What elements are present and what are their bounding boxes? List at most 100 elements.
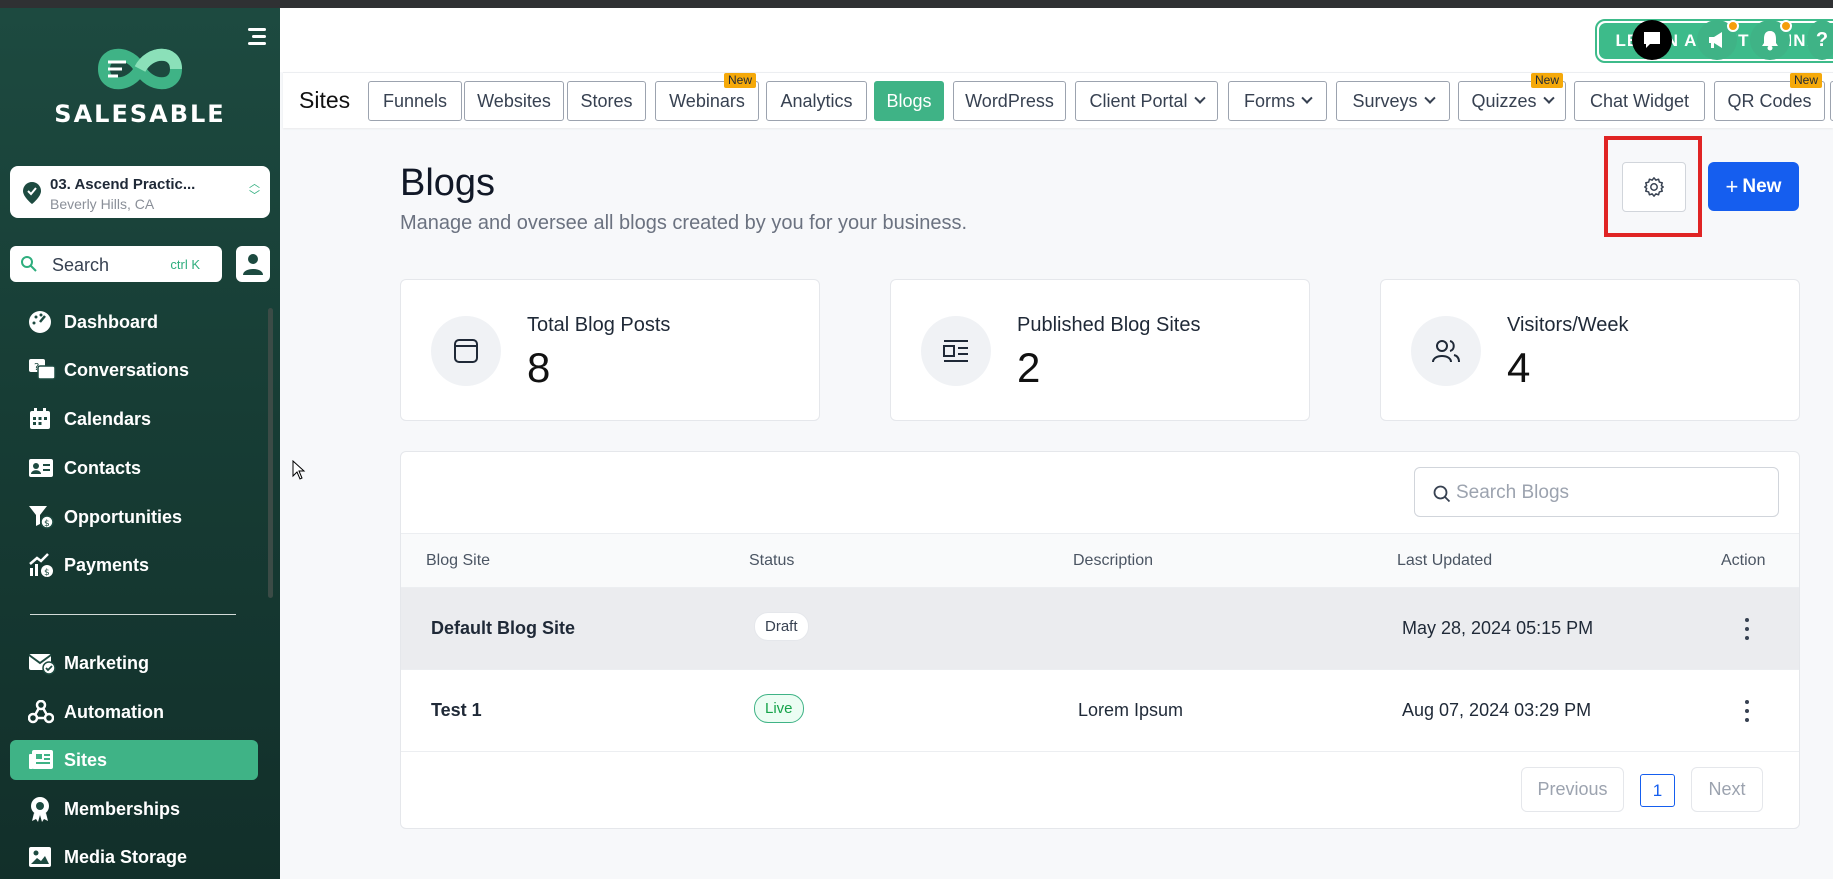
- tab-analytics[interactable]: Analytics: [766, 81, 867, 121]
- sidebar-item-label: Payments: [64, 554, 150, 575]
- tab-label: Websites: [477, 90, 551, 111]
- tab-webinars[interactable]: Webinars New: [655, 73, 759, 121]
- table-header: Blog Site Status Description Last Update…: [401, 533, 1799, 587]
- previous-page-button[interactable]: Previous: [1521, 767, 1624, 812]
- tab-stores[interactable]: Stores: [567, 81, 646, 121]
- sidebar-item-label: Automation: [64, 701, 164, 722]
- table-row[interactable]: Default Blog Site Draft May 28, 2024 05:…: [401, 587, 1799, 669]
- location-pin-icon: [23, 182, 41, 204]
- new-badge: New: [1789, 73, 1822, 88]
- tab-forms[interactable]: Forms: [1228, 81, 1327, 121]
- more-actions-icon[interactable]: [1737, 618, 1757, 640]
- column-header: Status: [749, 552, 795, 569]
- memberships-icon: [28, 797, 56, 822]
- notifications-bell-icon[interactable]: [1750, 20, 1792, 60]
- sidebar-item-contacts[interactable]: Contacts: [10, 448, 258, 488]
- notifications-unread-dot: [1780, 20, 1792, 32]
- stat-label: Published Blog Sites: [1017, 314, 1201, 336]
- column-header: Last Updated: [1397, 552, 1493, 569]
- location-city: Beverly Hills, CA: [50, 196, 155, 212]
- chat-support-icon[interactable]: [1632, 20, 1672, 60]
- search-blogs-input[interactable]: Search Blogs: [1414, 467, 1779, 517]
- location-name: 03. Ascend Practic...: [50, 176, 196, 193]
- blogs-table-card: Search Blogs Blog Site Status Descriptio…: [400, 451, 1800, 829]
- column-header: Action: [1721, 552, 1766, 569]
- page-title: Blogs: [400, 162, 496, 204]
- blog-description: Lorem Ipsum: [1078, 700, 1184, 720]
- last-updated: May 28, 2024 05:15 PM: [1402, 618, 1594, 638]
- sidebar-item-media-storage[interactable]: Media Storage: [10, 837, 258, 877]
- help-icon[interactable]: ?: [1807, 20, 1833, 60]
- blog-site-name[interactable]: Default Blog Site: [431, 618, 575, 639]
- sidebar: SALESABLE 03. Ascend Practic... Beverly …: [0, 8, 280, 879]
- dashboard-icon: [28, 310, 56, 334]
- location-switcher[interactable]: 03. Ascend Practic... Beverly Hills, CA …: [10, 166, 270, 218]
- sidebar-item-automation[interactable]: Automation: [10, 692, 258, 732]
- sidebar-item-memberships[interactable]: Memberships: [10, 789, 258, 829]
- next-page-button[interactable]: Next: [1691, 767, 1763, 812]
- new-blog-button[interactable]: + New: [1708, 162, 1799, 211]
- sidebar-item-marketing[interactable]: Marketing: [10, 643, 258, 683]
- tab-label: Webinars: [669, 90, 745, 111]
- svg-text:$: $: [44, 519, 50, 529]
- users-icon: [1411, 316, 1481, 386]
- automation-icon: [28, 700, 56, 724]
- sidebar-item-label: Dashboard: [64, 311, 159, 332]
- tab-label: Forms: [1244, 90, 1295, 111]
- menu-collapse-icon[interactable]: [246, 28, 268, 50]
- new-badge: New: [723, 73, 756, 88]
- profile-avatar-button[interactable]: [236, 246, 270, 282]
- conversations-icon: ?: [28, 358, 56, 382]
- brand-logo[interactable]: SALESABLE: [52, 42, 228, 128]
- tab-websites[interactable]: Websites: [464, 81, 564, 121]
- tab-blogs[interactable]: Blogs: [874, 81, 944, 121]
- sidebar-scrollbar[interactable]: [268, 308, 273, 598]
- table-row[interactable]: Test 1 Live Lorem Ipsum Aug 07, 2024 03:…: [401, 669, 1799, 751]
- marketing-icon: [28, 651, 56, 675]
- tab-label: Blogs: [886, 90, 932, 111]
- tab-wordpress[interactable]: WordPress: [953, 81, 1066, 121]
- tab-qr-codes[interactable]: QR Codes New: [1714, 73, 1825, 121]
- last-updated: Aug 07, 2024 03:29 PM: [1402, 700, 1592, 720]
- user-icon: [243, 254, 263, 275]
- tab-label: Analytics: [780, 90, 853, 111]
- tab-label: Quizzes: [1471, 90, 1537, 111]
- chevron-down-icon: [1423, 92, 1436, 104]
- blog-layout-icon: [921, 316, 991, 386]
- sidebar-item-label: Marketing: [64, 652, 150, 673]
- sidebar-item-dashboard[interactable]: Dashboard: [10, 302, 258, 342]
- stat-value: 4: [1507, 344, 1531, 391]
- tab-surveys[interactable]: Surveys: [1336, 81, 1450, 121]
- stat-value: 8: [527, 344, 551, 391]
- table-footer-divider: [401, 751, 1799, 752]
- svg-text:$: $: [44, 568, 50, 578]
- plus-icon: +: [1725, 173, 1739, 199]
- sidebar-search[interactable]: Search ctrl K: [10, 246, 222, 282]
- sidebar-item-calendars[interactable]: Calendars: [10, 399, 258, 439]
- sidebar-item-conversations[interactable]: ? Conversations: [10, 350, 258, 390]
- sidebar-item-sites[interactable]: Sites: [10, 740, 258, 780]
- sidebar-item-opportunities[interactable]: $ Opportunities: [10, 497, 258, 537]
- stat-label: Visitors/Week: [1507, 314, 1629, 336]
- contacts-icon: [28, 456, 56, 480]
- sidebar-item-label: Contacts: [64, 457, 142, 478]
- tab-funnels[interactable]: Funnels: [368, 81, 462, 121]
- top-header: LEARN ABOUT FUNNELS ?: [280, 8, 1833, 72]
- stat-card-visitors-week: Visitors/Week 4: [1380, 279, 1800, 421]
- more-actions-icon[interactable]: [1737, 700, 1757, 722]
- mouse-cursor-icon: [292, 460, 306, 480]
- search-icon: [1433, 485, 1451, 503]
- announcements-icon[interactable]: [1697, 20, 1739, 60]
- search-placeholder: Search Blogs: [1456, 482, 1570, 503]
- sidebar-item-payments[interactable]: $ Payments: [10, 545, 258, 585]
- annotation-highlight-box: [1604, 136, 1702, 237]
- tab-client-portal[interactable]: Client Portal: [1075, 81, 1218, 121]
- page-number-button[interactable]: 1: [1640, 774, 1675, 807]
- tab-label: Client Portal: [1089, 90, 1188, 111]
- blog-site-name[interactable]: Test 1: [431, 700, 482, 721]
- tab-quizzes[interactable]: Quizzes New: [1458, 73, 1566, 121]
- search-icon: [21, 256, 37, 272]
- tab-chat-widget[interactable]: Chat Widget: [1574, 81, 1705, 121]
- sites-icon: [28, 748, 56, 772]
- opportunities-icon: $: [28, 505, 56, 529]
